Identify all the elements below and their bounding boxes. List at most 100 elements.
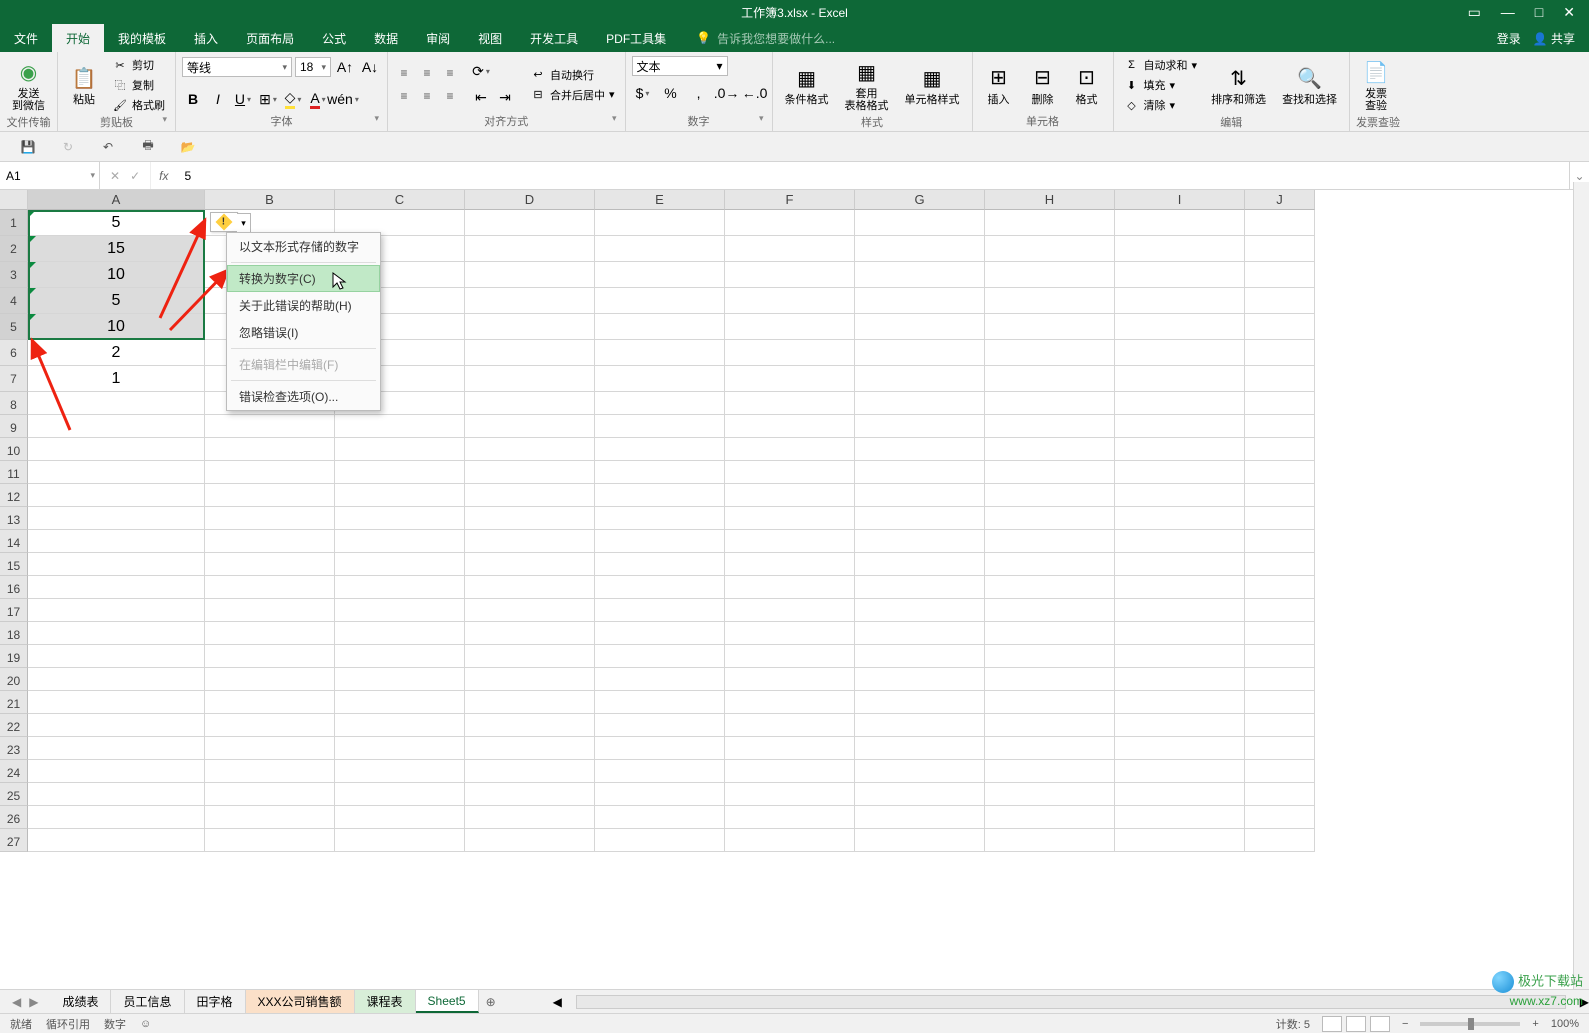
sheet-nav-next-icon[interactable]: ▶	[29, 995, 38, 1009]
save-icon[interactable]: 💾	[18, 137, 38, 157]
decrease-indent-icon[interactable]: ⇤	[470, 87, 492, 109]
confirm-edit-icon[interactable]: ✓	[130, 169, 140, 183]
cell-C13[interactable]	[335, 507, 465, 530]
cell-F9[interactable]	[725, 415, 855, 438]
cell-E23[interactable]	[595, 737, 725, 760]
cell-H19[interactable]	[985, 645, 1115, 668]
clear-button[interactable]: ◇清除 ▾	[1120, 96, 1202, 114]
cell-H1[interactable]	[985, 210, 1115, 236]
cell-D27[interactable]	[465, 829, 595, 852]
minimize-icon[interactable]: —	[1501, 4, 1515, 21]
cell-G6[interactable]	[855, 340, 985, 366]
cell-I23[interactable]	[1115, 737, 1245, 760]
cell-I10[interactable]	[1115, 438, 1245, 461]
row-header-20[interactable]: 20	[0, 668, 28, 691]
cell-G15[interactable]	[855, 553, 985, 576]
cell-G13[interactable]	[855, 507, 985, 530]
cell-I13[interactable]	[1115, 507, 1245, 530]
cell-B14[interactable]	[205, 530, 335, 553]
cell-G10[interactable]	[855, 438, 985, 461]
cell-J24[interactable]	[1245, 760, 1315, 783]
name-box[interactable]: A1▾	[0, 162, 100, 189]
cell-H22[interactable]	[985, 714, 1115, 737]
column-header-D[interactable]: D	[465, 190, 595, 210]
cell-E19[interactable]	[595, 645, 725, 668]
error-menu-item-1[interactable]: 转换为数字(C)	[227, 265, 380, 292]
cell-A21[interactable]	[28, 691, 205, 714]
cell-F18[interactable]	[725, 622, 855, 645]
cell-F15[interactable]	[725, 553, 855, 576]
align-right-icon[interactable]: ≡	[440, 86, 460, 106]
cell-A9[interactable]	[28, 415, 205, 438]
cell-C19[interactable]	[335, 645, 465, 668]
cell-I22[interactable]	[1115, 714, 1245, 737]
cell-C15[interactable]	[335, 553, 465, 576]
column-header-G[interactable]: G	[855, 190, 985, 210]
wrap-text-button[interactable]: ↩自动换行	[526, 66, 619, 84]
cell-F2[interactable]	[725, 236, 855, 262]
cell-B19[interactable]	[205, 645, 335, 668]
cell-B20[interactable]	[205, 668, 335, 691]
column-header-B[interactable]: B	[205, 190, 335, 210]
align-top-icon[interactable]: ≡	[394, 63, 414, 83]
cell-E9[interactable]	[595, 415, 725, 438]
cell-F3[interactable]	[725, 262, 855, 288]
percent-format-icon[interactable]: %	[660, 82, 682, 104]
cell-E14[interactable]	[595, 530, 725, 553]
cell-F24[interactable]	[725, 760, 855, 783]
increase-indent-icon[interactable]: ⇥	[494, 87, 516, 109]
zoom-level[interactable]: 100%	[1551, 1018, 1579, 1030]
cell-H18[interactable]	[985, 622, 1115, 645]
cell-I21[interactable]	[1115, 691, 1245, 714]
cell-H11[interactable]	[985, 461, 1115, 484]
cell-E3[interactable]	[595, 262, 725, 288]
cell-E18[interactable]	[595, 622, 725, 645]
cell-H10[interactable]	[985, 438, 1115, 461]
cell-H27[interactable]	[985, 829, 1115, 852]
cell-A26[interactable]	[28, 806, 205, 829]
cell-J8[interactable]	[1245, 392, 1315, 415]
fill-button[interactable]: ⬇填充 ▾	[1120, 76, 1202, 94]
cell-C11[interactable]	[335, 461, 465, 484]
error-menu-item-3[interactable]: 忽略错误(I)	[227, 319, 380, 346]
cell-G24[interactable]	[855, 760, 985, 783]
cell-A22[interactable]	[28, 714, 205, 737]
cell-C25[interactable]	[335, 783, 465, 806]
cell-G16[interactable]	[855, 576, 985, 599]
tab-formulas[interactable]: 公式	[308, 24, 360, 52]
row-header-1[interactable]: 1	[0, 210, 28, 236]
merge-center-button[interactable]: ⊟合并后居中 ▾	[526, 86, 619, 104]
cell-G19[interactable]	[855, 645, 985, 668]
cell-G1[interactable]	[855, 210, 985, 236]
cell-D15[interactable]	[465, 553, 595, 576]
cell-D3[interactable]	[465, 262, 595, 288]
column-header-C[interactable]: C	[335, 190, 465, 210]
row-header-19[interactable]: 19	[0, 645, 28, 668]
cell-J18[interactable]	[1245, 622, 1315, 645]
tab-view[interactable]: 视图	[464, 24, 516, 52]
borders-button[interactable]: ⊞	[257, 88, 279, 110]
cell-J6[interactable]	[1245, 340, 1315, 366]
cell-I4[interactable]	[1115, 288, 1245, 314]
row-header-7[interactable]: 7	[0, 366, 28, 392]
error-smart-tag[interactable]: ! ▾	[210, 212, 238, 232]
cell-G5[interactable]	[855, 314, 985, 340]
tell-me-search[interactable]: 💡 告诉我您想要做什么...	[696, 24, 835, 52]
cell-J3[interactable]	[1245, 262, 1315, 288]
cell-A13[interactable]	[28, 507, 205, 530]
cell-I17[interactable]	[1115, 599, 1245, 622]
cell-B9[interactable]	[205, 415, 335, 438]
cell-B23[interactable]	[205, 737, 335, 760]
cell-I8[interactable]	[1115, 392, 1245, 415]
cell-B12[interactable]	[205, 484, 335, 507]
cell-E6[interactable]	[595, 340, 725, 366]
copy-button[interactable]: ⿻复制	[108, 76, 169, 94]
cell-A16[interactable]	[28, 576, 205, 599]
cell-D20[interactable]	[465, 668, 595, 691]
column-header-F[interactable]: F	[725, 190, 855, 210]
sheet-nav-prev-icon[interactable]: ◀	[12, 995, 21, 1009]
cell-D8[interactable]	[465, 392, 595, 415]
cell-D21[interactable]	[465, 691, 595, 714]
row-header-13[interactable]: 13	[0, 507, 28, 530]
cell-B26[interactable]	[205, 806, 335, 829]
